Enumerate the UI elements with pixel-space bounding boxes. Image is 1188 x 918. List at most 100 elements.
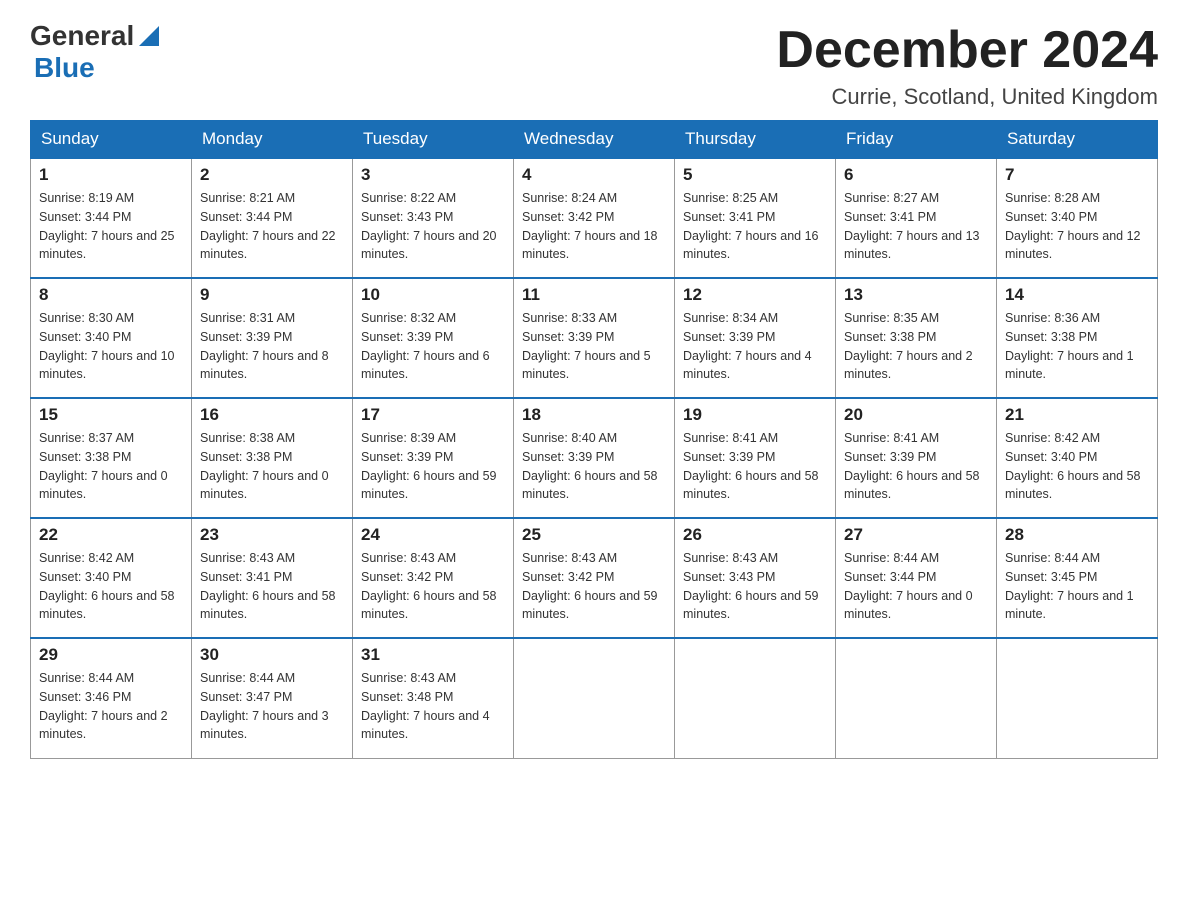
day-info: Sunrise: 8:43 AM Sunset: 3:43 PM Dayligh…: [683, 549, 827, 624]
day-number: 25: [522, 525, 666, 545]
day-info: Sunrise: 8:24 AM Sunset: 3:42 PM Dayligh…: [522, 189, 666, 264]
calendar-week-row: 22 Sunrise: 8:42 AM Sunset: 3:40 PM Dayl…: [31, 518, 1158, 638]
header-sunday: Sunday: [31, 121, 192, 159]
calendar-cell: 15 Sunrise: 8:37 AM Sunset: 3:38 PM Dayl…: [31, 398, 192, 518]
day-number: 15: [39, 405, 183, 425]
calendar-cell: 17 Sunrise: 8:39 AM Sunset: 3:39 PM Dayl…: [353, 398, 514, 518]
calendar-cell: 22 Sunrise: 8:42 AM Sunset: 3:40 PM Dayl…: [31, 518, 192, 638]
day-info: Sunrise: 8:21 AM Sunset: 3:44 PM Dayligh…: [200, 189, 344, 264]
calendar-table: SundayMondayTuesdayWednesdayThursdayFrid…: [30, 120, 1158, 759]
calendar-cell: 16 Sunrise: 8:38 AM Sunset: 3:38 PM Dayl…: [192, 398, 353, 518]
day-info: Sunrise: 8:43 AM Sunset: 3:41 PM Dayligh…: [200, 549, 344, 624]
calendar-cell: 27 Sunrise: 8:44 AM Sunset: 3:44 PM Dayl…: [836, 518, 997, 638]
day-info: Sunrise: 8:40 AM Sunset: 3:39 PM Dayligh…: [522, 429, 666, 504]
day-info: Sunrise: 8:38 AM Sunset: 3:38 PM Dayligh…: [200, 429, 344, 504]
day-info: Sunrise: 8:33 AM Sunset: 3:39 PM Dayligh…: [522, 309, 666, 384]
day-info: Sunrise: 8:25 AM Sunset: 3:41 PM Dayligh…: [683, 189, 827, 264]
day-number: 11: [522, 285, 666, 305]
day-number: 13: [844, 285, 988, 305]
logo: General Blue: [30, 20, 159, 84]
day-number: 8: [39, 285, 183, 305]
day-number: 10: [361, 285, 505, 305]
calendar-cell: 24 Sunrise: 8:43 AM Sunset: 3:42 PM Dayl…: [353, 518, 514, 638]
page-header: General Blue December 2024 Currie, Scotl…: [30, 20, 1158, 110]
calendar-cell: 19 Sunrise: 8:41 AM Sunset: 3:39 PM Dayl…: [675, 398, 836, 518]
header-wednesday: Wednesday: [514, 121, 675, 159]
day-number: 14: [1005, 285, 1149, 305]
calendar-cell: 18 Sunrise: 8:40 AM Sunset: 3:39 PM Dayl…: [514, 398, 675, 518]
calendar-week-row: 8 Sunrise: 8:30 AM Sunset: 3:40 PM Dayli…: [31, 278, 1158, 398]
calendar-cell: 20 Sunrise: 8:41 AM Sunset: 3:39 PM Dayl…: [836, 398, 997, 518]
calendar-week-row: 1 Sunrise: 8:19 AM Sunset: 3:44 PM Dayli…: [31, 158, 1158, 278]
title-section: December 2024 Currie, Scotland, United K…: [776, 20, 1158, 110]
calendar-cell: 26 Sunrise: 8:43 AM Sunset: 3:43 PM Dayl…: [675, 518, 836, 638]
day-info: Sunrise: 8:43 AM Sunset: 3:42 PM Dayligh…: [361, 549, 505, 624]
calendar-cell: 5 Sunrise: 8:25 AM Sunset: 3:41 PM Dayli…: [675, 158, 836, 278]
calendar-cell: [514, 638, 675, 758]
day-info: Sunrise: 8:43 AM Sunset: 3:48 PM Dayligh…: [361, 669, 505, 744]
day-info: Sunrise: 8:36 AM Sunset: 3:38 PM Dayligh…: [1005, 309, 1149, 384]
calendar-cell: 30 Sunrise: 8:44 AM Sunset: 3:47 PM Dayl…: [192, 638, 353, 758]
day-info: Sunrise: 8:44 AM Sunset: 3:46 PM Dayligh…: [39, 669, 183, 744]
calendar-cell: 9 Sunrise: 8:31 AM Sunset: 3:39 PM Dayli…: [192, 278, 353, 398]
day-number: 6: [844, 165, 988, 185]
day-info: Sunrise: 8:27 AM Sunset: 3:41 PM Dayligh…: [844, 189, 988, 264]
day-number: 12: [683, 285, 827, 305]
calendar-header-row: SundayMondayTuesdayWednesdayThursdayFrid…: [31, 121, 1158, 159]
day-number: 23: [200, 525, 344, 545]
day-info: Sunrise: 8:43 AM Sunset: 3:42 PM Dayligh…: [522, 549, 666, 624]
day-info: Sunrise: 8:19 AM Sunset: 3:44 PM Dayligh…: [39, 189, 183, 264]
day-info: Sunrise: 8:31 AM Sunset: 3:39 PM Dayligh…: [200, 309, 344, 384]
day-info: Sunrise: 8:30 AM Sunset: 3:40 PM Dayligh…: [39, 309, 183, 384]
calendar-cell: 6 Sunrise: 8:27 AM Sunset: 3:41 PM Dayli…: [836, 158, 997, 278]
day-number: 27: [844, 525, 988, 545]
header-saturday: Saturday: [997, 121, 1158, 159]
calendar-cell: 12 Sunrise: 8:34 AM Sunset: 3:39 PM Dayl…: [675, 278, 836, 398]
logo-blue-text: Blue: [34, 52, 95, 83]
calendar-cell: 28 Sunrise: 8:44 AM Sunset: 3:45 PM Dayl…: [997, 518, 1158, 638]
day-number: 24: [361, 525, 505, 545]
day-info: Sunrise: 8:41 AM Sunset: 3:39 PM Dayligh…: [844, 429, 988, 504]
calendar-title: December 2024: [776, 20, 1158, 80]
day-info: Sunrise: 8:32 AM Sunset: 3:39 PM Dayligh…: [361, 309, 505, 384]
logo-general-text: General: [30, 20, 134, 52]
day-info: Sunrise: 8:42 AM Sunset: 3:40 PM Dayligh…: [1005, 429, 1149, 504]
calendar-cell: 21 Sunrise: 8:42 AM Sunset: 3:40 PM Dayl…: [997, 398, 1158, 518]
calendar-cell: [675, 638, 836, 758]
calendar-cell: 14 Sunrise: 8:36 AM Sunset: 3:38 PM Dayl…: [997, 278, 1158, 398]
day-info: Sunrise: 8:35 AM Sunset: 3:38 PM Dayligh…: [844, 309, 988, 384]
day-info: Sunrise: 8:44 AM Sunset: 3:45 PM Dayligh…: [1005, 549, 1149, 624]
calendar-cell: [997, 638, 1158, 758]
day-number: 18: [522, 405, 666, 425]
calendar-week-row: 29 Sunrise: 8:44 AM Sunset: 3:46 PM Dayl…: [31, 638, 1158, 758]
calendar-cell: 2 Sunrise: 8:21 AM Sunset: 3:44 PM Dayli…: [192, 158, 353, 278]
day-number: 3: [361, 165, 505, 185]
day-number: 30: [200, 645, 344, 665]
day-number: 16: [200, 405, 344, 425]
day-number: 2: [200, 165, 344, 185]
calendar-cell: 7 Sunrise: 8:28 AM Sunset: 3:40 PM Dayli…: [997, 158, 1158, 278]
calendar-cell: 11 Sunrise: 8:33 AM Sunset: 3:39 PM Dayl…: [514, 278, 675, 398]
calendar-week-row: 15 Sunrise: 8:37 AM Sunset: 3:38 PM Dayl…: [31, 398, 1158, 518]
header-friday: Friday: [836, 121, 997, 159]
day-number: 22: [39, 525, 183, 545]
day-number: 5: [683, 165, 827, 185]
calendar-cell: 8 Sunrise: 8:30 AM Sunset: 3:40 PM Dayli…: [31, 278, 192, 398]
day-info: Sunrise: 8:44 AM Sunset: 3:47 PM Dayligh…: [200, 669, 344, 744]
calendar-cell: 4 Sunrise: 8:24 AM Sunset: 3:42 PM Dayli…: [514, 158, 675, 278]
calendar-cell: 3 Sunrise: 8:22 AM Sunset: 3:43 PM Dayli…: [353, 158, 514, 278]
calendar-cell: 23 Sunrise: 8:43 AM Sunset: 3:41 PM Dayl…: [192, 518, 353, 638]
header-tuesday: Tuesday: [353, 121, 514, 159]
calendar-subtitle: Currie, Scotland, United Kingdom: [776, 84, 1158, 110]
logo-triangle-icon: [137, 22, 159, 46]
calendar-cell: 29 Sunrise: 8:44 AM Sunset: 3:46 PM Dayl…: [31, 638, 192, 758]
calendar-cell: 1 Sunrise: 8:19 AM Sunset: 3:44 PM Dayli…: [31, 158, 192, 278]
day-number: 21: [1005, 405, 1149, 425]
calendar-cell: 13 Sunrise: 8:35 AM Sunset: 3:38 PM Dayl…: [836, 278, 997, 398]
day-number: 9: [200, 285, 344, 305]
header-monday: Monday: [192, 121, 353, 159]
calendar-cell: 31 Sunrise: 8:43 AM Sunset: 3:48 PM Dayl…: [353, 638, 514, 758]
day-number: 26: [683, 525, 827, 545]
day-info: Sunrise: 8:22 AM Sunset: 3:43 PM Dayligh…: [361, 189, 505, 264]
day-number: 31: [361, 645, 505, 665]
